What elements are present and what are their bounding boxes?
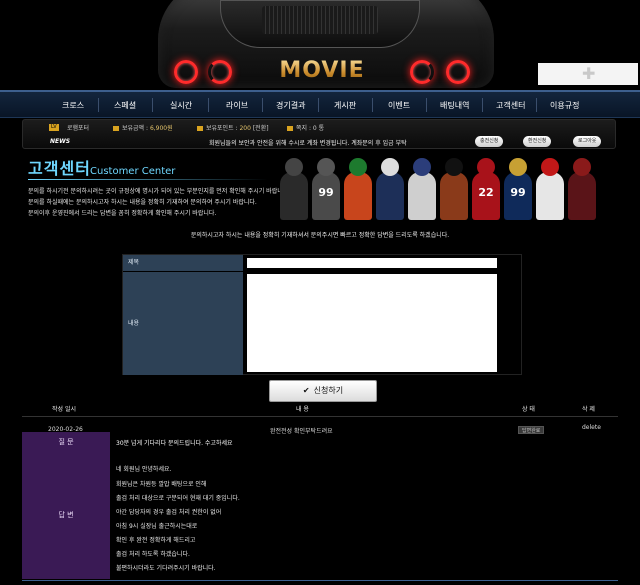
nav-divider [262,98,263,112]
answer-line: 출검 처리 하도록 하겠습니다. [116,551,190,558]
inquiry-form: 제목 내용 [122,254,522,375]
answer-line: 아침 9시 실장님 출근하시는대로 [116,523,198,530]
answer-line: 네 회원님 안녕하세요. [116,466,172,473]
inquiry-notice: 문의하시고자 하시는 내용을 정확히 기재하셔서 문의주시면 빠르고 정확한 답… [190,232,450,239]
balance: 보유금액 : 6,900원 [113,123,173,132]
points-label: 보유포인트 : [206,125,238,132]
nav-divider [536,98,537,112]
tail-light-icon [174,60,198,84]
player-figure: 22 [472,158,500,220]
tail-light-icon [208,60,232,84]
nav-item-special[interactable]: 스페셜 [114,100,136,111]
nav-divider [426,98,427,112]
col-header-content: 내 용 [296,406,309,413]
messages: 쪽지 : 0 통 [287,123,324,132]
main-nav: 크로스 스페셜 실시간 라이브 경기결과 게시판 이벤트 배팅내역 고객센터 이… [0,90,640,118]
player-figure [344,158,372,220]
header: MOVIE ✚ [0,0,640,90]
nav-divider [372,98,373,112]
delete-link[interactable]: delete [582,424,601,431]
puzzle-icon: ✚ [582,64,596,83]
question-text: 30분 넘게 기다리다 문의드립니다. 수고하세요 [116,440,233,447]
customer-center-banner: 고객센터 Customer Center 문의를 하시기전 문의하시려는 곳이 … [22,152,620,224]
nav-item-event[interactable]: 이벤트 [388,100,410,111]
points: 보유포인트 : 200 [전환] [197,123,269,132]
player-figure [568,158,596,220]
banner-desc-2: 문의를 하실때에는 문의하시고자 하시는 내용을 정확히 기재하여 문의하여 주… [28,199,257,206]
banner-desc-1: 문의를 하시기전 문의하시려는 곳이 규정상에 명시가 되어 있는 부분인지를 … [28,188,291,195]
nav-item-cross[interactable]: 크로스 [62,100,84,111]
answer-label: 답 변 [22,452,110,579]
player-figure [376,158,404,220]
car-grille [262,6,378,34]
coin-icon [197,126,203,131]
nav-item-customer-center[interactable]: 고객센터 [496,100,525,111]
points-convert-button[interactable]: [전환] [253,125,269,132]
balance-value: 6,900원 [149,125,173,132]
news-ticker: 회원님들의 보안과 안전을 위해 수시로 계좌 변경됩니다. 계좌문의 후 입금… [209,140,407,147]
answer-line: 확인 후 완전 정확하게 해드리고 [116,537,196,544]
tail-light-icon [446,60,470,84]
answer-line: 출검 처리 대상으로 구분되어 현재 대기 중입니다. [116,495,240,502]
nav-divider [152,98,153,112]
row-title[interactable]: 완전전성 확인부탁드려요 [270,426,333,435]
check-icon: ✔ [302,386,310,395]
player-figure: 99 [504,158,532,220]
answer-line: 회원님은 차원등 깔밥 배팅으로 인해 [116,481,207,488]
site-logo[interactable]: MOVIE [272,58,372,83]
exchange-button[interactable]: 환전신청 [523,136,552,147]
question-label: 질 문 [22,432,110,452]
answer-line: 불편하시더라도 기다려주시기 바랍니다. [116,565,216,572]
table-divider [22,416,618,417]
nickname: 로햄포터 [67,125,90,132]
answer-line: 야간 담당자의 경우 출검 처리 권한이 없어 [116,509,222,516]
title-label: 제목 [123,255,243,271]
nav-item-rules[interactable]: 이용규정 [550,100,579,111]
messages-label: 쪽지 : [296,125,311,132]
player-figure [536,158,564,220]
messages-value[interactable]: 0 통 [313,125,324,132]
player-figure [408,158,436,220]
player-figure [280,158,308,220]
content-textarea[interactable] [247,274,497,372]
logout-button[interactable]: 로그아웃 [573,136,602,147]
broken-image-placeholder: ✚ [538,63,638,85]
points-value: 200 [239,125,251,132]
col-header-delete: 삭 제 [582,406,595,413]
level-badge: LV [49,124,59,131]
charge-button[interactable]: 충전신청 [475,136,504,147]
envelope-icon [287,126,293,131]
nav-item-bet-history[interactable]: 배팅내역 [440,100,469,111]
nav-divider [98,98,99,112]
nav-divider [208,98,209,112]
title-underline [28,179,268,180]
submit-button[interactable]: ✔ 신청하기 [269,380,377,402]
col-header-date: 작성 일시 [52,406,76,413]
user-info-bar: LV 로햄포터 보유금액 : 6,900원 보유포인트 : 200 [전환] 쪽… [22,119,616,149]
title-input[interactable] [247,258,497,268]
nav-item-board[interactable]: 게시판 [334,100,356,111]
nav-item-live[interactable]: 라이브 [226,100,248,111]
nav-item-results[interactable]: 경기결과 [276,100,305,111]
player-figure: 99 [312,158,340,220]
content-label: 내용 [123,272,243,375]
nav-item-live-in-play[interactable]: 실시간 [170,100,192,111]
page-title: 고객센터 [28,159,91,178]
nav-divider [482,98,483,112]
page-subtitle: Customer Center [90,166,176,177]
nav-divider [318,98,319,112]
tail-light-icon [410,60,434,84]
balance-label: 보유금액 : [122,125,149,132]
bottom-divider [22,580,618,581]
player-figure [440,158,468,220]
banner-desc-3: 문의이후 운영진에서 드리는 답변을 꼼히 정확하게 확인해 주시기 바랍니다. [28,210,217,217]
football-players-image: 99 22 99 [262,152,622,222]
news-label: NEWS [50,138,71,145]
submit-label: 신청하기 [313,386,344,395]
coin-icon [113,126,119,131]
status-badge: 답변완료 [518,426,545,434]
col-header-status: 상 태 [522,406,535,413]
